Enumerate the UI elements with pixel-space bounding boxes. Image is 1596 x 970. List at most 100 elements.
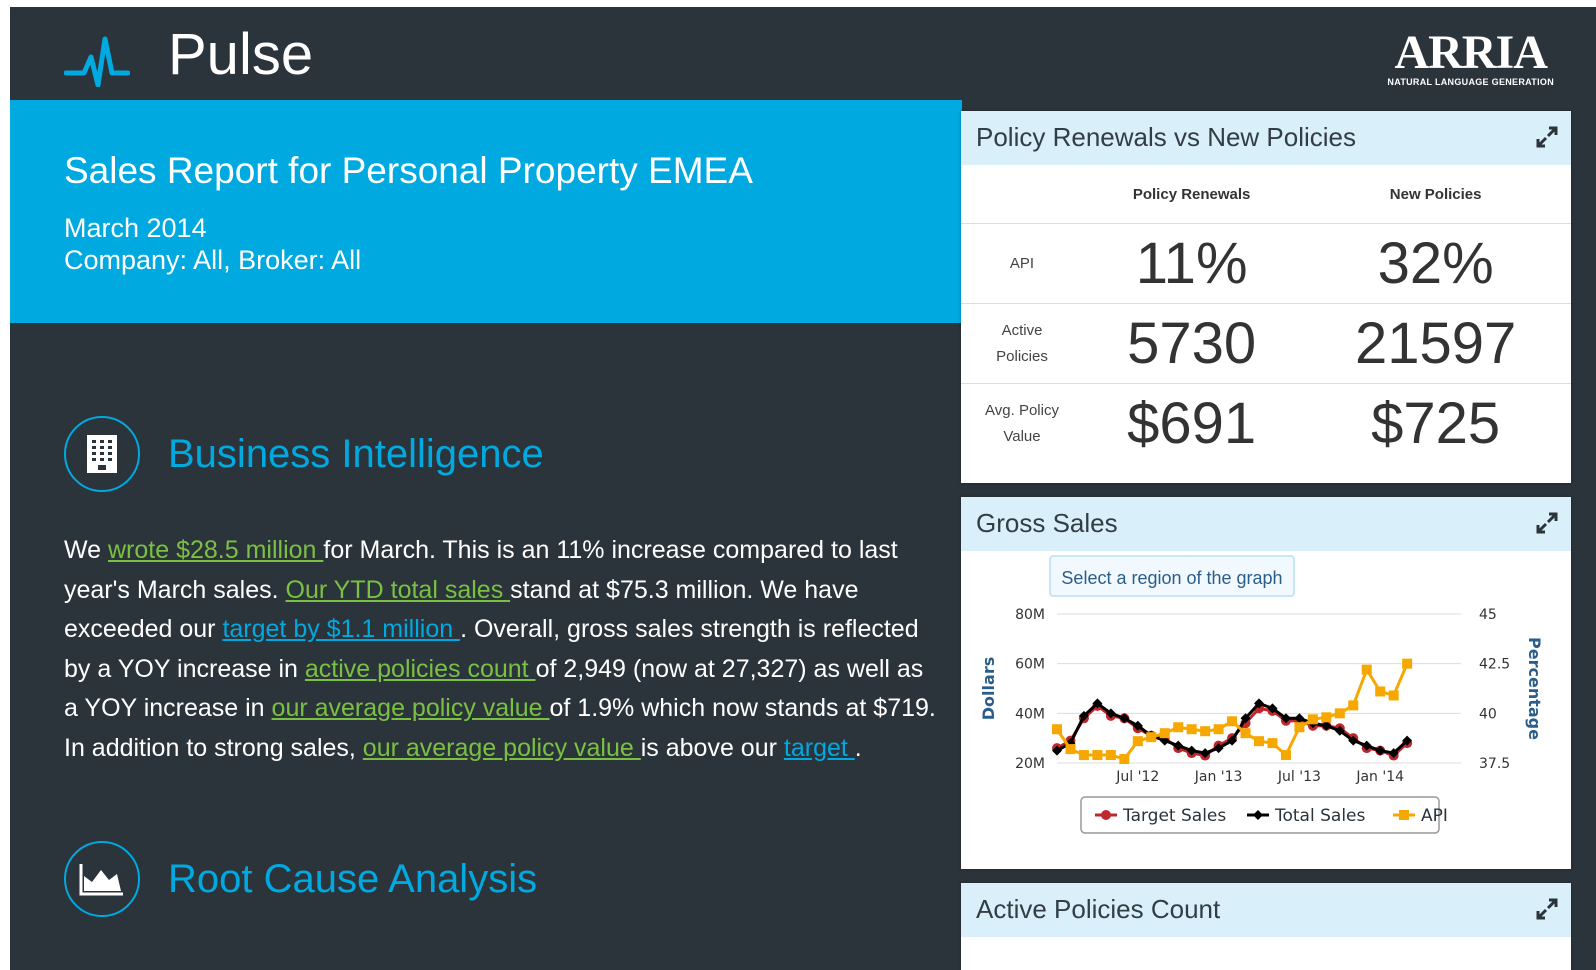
- panel-title: Active Policies Count: [976, 894, 1221, 924]
- y2-tick-label: 45: [1479, 607, 1497, 623]
- section-title-business-intelligence: Business Intelligence: [168, 431, 544, 476]
- panel-header: Gross Sales: [961, 497, 1571, 551]
- new-policies-value: $725: [1371, 391, 1501, 456]
- expand-icon[interactable]: [1535, 125, 1559, 149]
- active-policies-panel: Active Policies Count: [961, 883, 1571, 970]
- data-point: [1294, 722, 1305, 733]
- legend-label: Target Sales: [1122, 806, 1226, 826]
- renewals-value: $691: [1127, 391, 1257, 456]
- arria-logo: ARRIA NATURAL LANGUAGE GENERATION: [1387, 26, 1554, 88]
- section-title-root-cause-analysis: Root Cause Analysis: [168, 856, 538, 901]
- app-window: Pulse ARRIA NATURAL LANGUAGE GENERATION …: [10, 7, 1596, 970]
- data-point: [1227, 716, 1238, 727]
- app-title: Pulse: [168, 22, 314, 87]
- row-label: API: [961, 223, 1083, 304]
- data-point: [1254, 736, 1264, 747]
- y2-tick-label: 42.5: [1479, 657, 1510, 673]
- data-point: [1119, 754, 1130, 765]
- expand-icon[interactable]: [1535, 511, 1559, 535]
- report-subtitle: March 2014 Company: All, Broker: All: [64, 212, 361, 276]
- new-policies-value: 32%: [1300, 223, 1571, 304]
- data-point: [1240, 728, 1251, 739]
- data-point: [1186, 724, 1197, 735]
- select-region-hint[interactable]: Select a region of the graph: [1049, 555, 1295, 597]
- data-point: [1307, 714, 1318, 725]
- data-point: [1388, 690, 1399, 701]
- brand-tagline: NATURAL LANGUAGE GENERATION: [1387, 77, 1554, 87]
- y2-tick-label: 37.5: [1479, 756, 1510, 772]
- narrative-text-1: We: [64, 536, 108, 564]
- policy-renewals-panel: Policy Renewals vs New Policies Policy R…: [961, 111, 1571, 483]
- report-banner: Sales Report for Personal Property EMEA …: [10, 100, 962, 323]
- building-icon: [64, 416, 140, 492]
- table-row: API 11% 32%: [961, 223, 1571, 304]
- expand-icon[interactable]: [1535, 897, 1559, 921]
- top-bar: Pulse ARRIA NATURAL LANGUAGE GENERATION: [10, 7, 1596, 100]
- section-root-cause-analysis: Root Cause Analysis: [64, 841, 537, 917]
- report-title: Sales Report for Personal Property EMEA: [64, 150, 753, 191]
- y-tick-label: 60M: [1015, 657, 1045, 673]
- pulse-logo-icon: [64, 36, 130, 87]
- legend-marker: [1399, 810, 1409, 820]
- y-tick-label: 20M: [1015, 756, 1045, 772]
- renewals-value: 5730: [1083, 303, 1301, 384]
- link-average-policy-value[interactable]: our average policy value: [272, 694, 550, 722]
- y-axis-title: Dollars: [979, 657, 998, 720]
- data-point: [1105, 750, 1116, 761]
- data-point: [1280, 750, 1291, 761]
- x-tick-label: Jan '13: [1194, 769, 1243, 785]
- data-point: [1267, 738, 1278, 749]
- renewals-value: 11%: [1083, 223, 1301, 304]
- table-header-row: Policy Renewals New Policies: [961, 165, 1571, 224]
- x-tick-label: Jul '13: [1277, 769, 1321, 785]
- table-row: Active Policies 5730 21597: [961, 303, 1571, 384]
- table-corner: [961, 165, 1083, 224]
- data-point: [1213, 724, 1224, 735]
- legend-label: Total Sales: [1274, 806, 1365, 826]
- panel-title: Gross Sales: [976, 508, 1118, 538]
- report-period: March 2014: [64, 213, 207, 243]
- data-point: [1159, 728, 1170, 739]
- gross-sales-chart-area[interactable]: Select a region of the graph 20M 40M 60M 80…: [961, 551, 1571, 864]
- new-policies-value: 21597: [1300, 303, 1571, 384]
- data-point: [1402, 658, 1413, 669]
- y2-axis-title: Percentage: [1525, 637, 1544, 740]
- data-point: [1375, 686, 1386, 697]
- legend-label: API: [1421, 806, 1448, 826]
- narrative-text-7: is above our: [640, 733, 784, 762]
- data-point: [1348, 700, 1359, 711]
- link-average-policy-value-2[interactable]: our average policy value: [363, 734, 641, 762]
- gross-sales-panel: Gross Sales Select a region of the graph…: [961, 497, 1571, 869]
- report-filters: Company: All, Broker: All: [64, 245, 362, 275]
- area-chart-icon: [64, 841, 140, 917]
- data-point: [1092, 750, 1103, 761]
- data-point: [1078, 750, 1089, 761]
- link-active-policies-count[interactable]: active policies count: [305, 655, 536, 683]
- y-tick-label: 40M: [1015, 706, 1045, 722]
- legend-marker: [1101, 810, 1111, 820]
- data-point: [1361, 664, 1372, 675]
- data-point: [1132, 736, 1143, 747]
- column-header: New Policies: [1300, 165, 1571, 224]
- link-ytd-total-sales[interactable]: Our YTD total sales: [286, 576, 511, 604]
- link-target[interactable]: target: [784, 734, 855, 762]
- panel-header: Active Policies Count: [961, 883, 1571, 937]
- data-point: [1334, 708, 1345, 719]
- brand-name: ARRIA: [1394, 26, 1548, 79]
- section-business-intelligence: Business Intelligence: [64, 416, 544, 492]
- link-target-exceeded[interactable]: target by $1.1 million: [222, 615, 460, 643]
- y-tick-label: 80M: [1015, 607, 1045, 623]
- link-wrote-sales[interactable]: wrote $28.5 million: [108, 536, 323, 564]
- panel-header: Policy Renewals vs New Policies: [961, 111, 1571, 165]
- column-header: Policy Renewals: [1083, 165, 1301, 224]
- y2-tick-label: 40: [1479, 706, 1497, 722]
- panel-title: Policy Renewals vs New Policies: [976, 122, 1357, 152]
- data-point: [1173, 722, 1184, 733]
- data-point: [1321, 712, 1332, 723]
- x-tick-label: Jul '12: [1115, 769, 1159, 785]
- data-point: [1146, 732, 1157, 743]
- x-tick-label: Jan '14: [1355, 769, 1404, 785]
- policy-table: Policy Renewals New Policies API 11% 32%…: [961, 165, 1571, 463]
- table-row: Avg. Policy Value $691 $725: [961, 384, 1571, 464]
- row-label: Active Policies: [961, 303, 1083, 384]
